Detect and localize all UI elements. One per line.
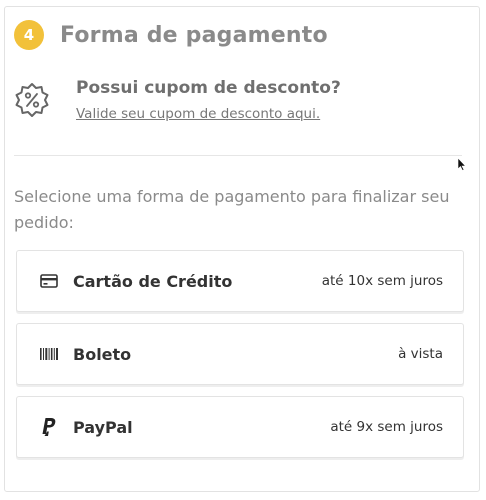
- payment-option-boleto[interactable]: Boleto à vista: [16, 323, 464, 385]
- payment-option-name: PayPal: [73, 417, 133, 437]
- payment-option-detail: até 9x sem juros: [330, 419, 443, 435]
- section-title: Forma de pagamento: [60, 22, 328, 48]
- paypal-icon: [39, 417, 59, 437]
- payment-option-paypal[interactable]: PayPal até 9x sem juros: [16, 396, 464, 458]
- section-divider: [14, 155, 462, 156]
- credit-card-icon: [39, 271, 59, 291]
- mouse-cursor-icon: [457, 157, 467, 171]
- barcode-icon: [39, 344, 59, 364]
- payment-section-header: 4 Forma de pagamento: [14, 20, 328, 50]
- validate-coupon-link[interactable]: Valide seu cupom de desconto aqui.: [76, 106, 341, 122]
- payment-option-detail: à vista: [398, 346, 443, 362]
- discount-badge-icon: [15, 83, 49, 117]
- coupon-question: Possui cupom de desconto?: [76, 78, 341, 98]
- payment-instruction-text: Selecione uma forma de pagamento para fi…: [14, 187, 450, 232]
- payment-option-name: Cartão de Crédito: [73, 271, 233, 291]
- payment-option-credit-card[interactable]: Cartão de Crédito até 10x sem juros: [16, 250, 464, 312]
- payment-option-name: Boleto: [73, 344, 132, 364]
- coupon-section: Possui cupom de desconto? Valide seu cup…: [14, 76, 341, 122]
- step-number-badge: 4: [14, 20, 44, 50]
- payment-option-detail: até 10x sem juros: [321, 273, 443, 289]
